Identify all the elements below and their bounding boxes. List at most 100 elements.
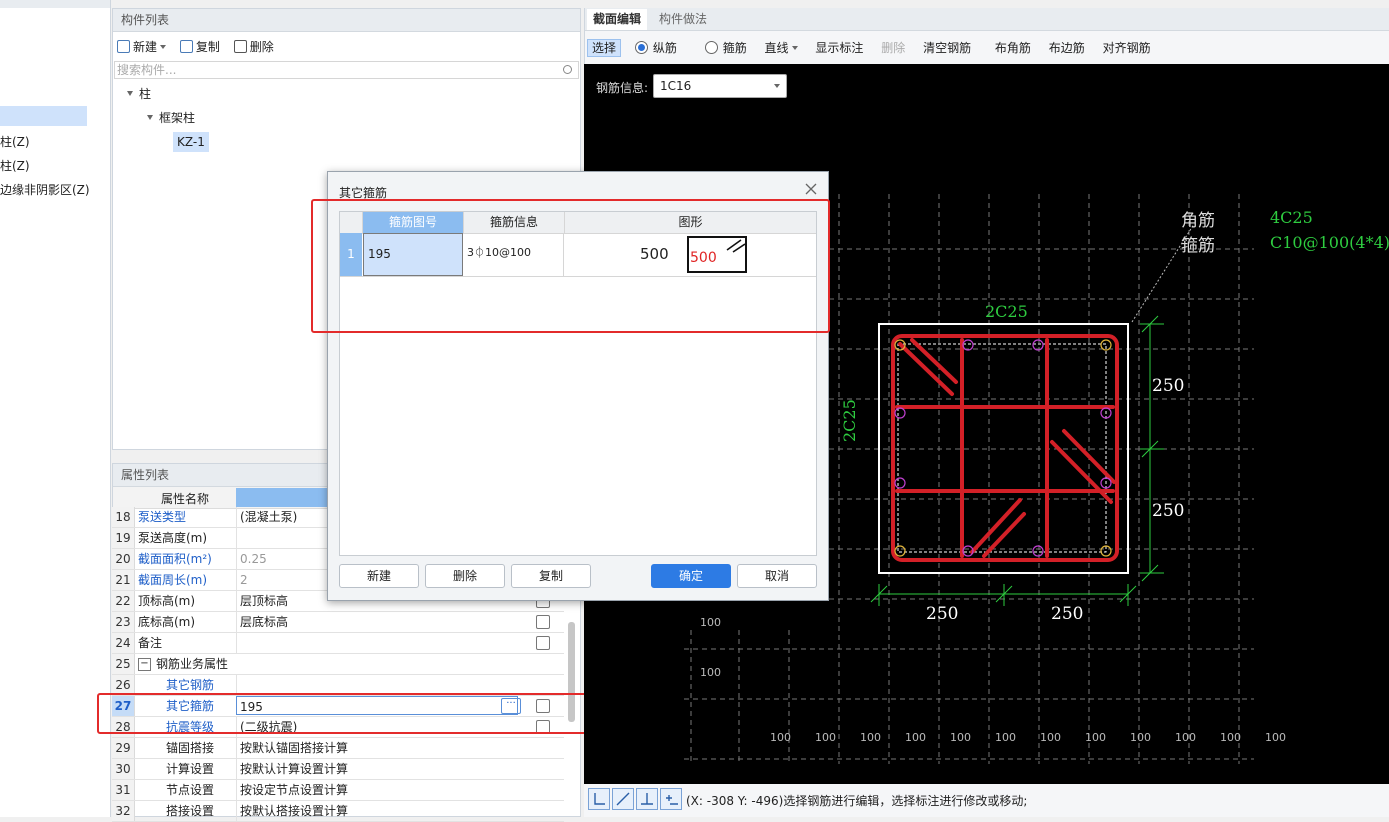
grid-label: 100 [1175, 731, 1196, 744]
component-search-input[interactable]: 搜索构件... [114, 61, 579, 79]
longitudinal-radio[interactable]: 纵筋 [634, 41, 677, 55]
property-row[interactable]: 32 搭接设置 按默认搭接设置计算 [112, 801, 564, 822]
collapse-icon[interactable]: − [138, 658, 151, 671]
search-icon[interactable] [563, 65, 572, 74]
grid-labels-bottom: 100 100 100 100 100 100 100 100 100 100 100 100 [770, 731, 1286, 744]
radio-icon [704, 41, 718, 54]
property-row[interactable]: 26 其它钢筋 [112, 675, 564, 696]
close-icon[interactable] [804, 182, 818, 196]
row-number: 1 [340, 233, 362, 276]
component-list-title: 构件列表 [113, 9, 580, 32]
radio-selected-icon [634, 41, 648, 54]
corner-spec-label: 4C25 [1270, 208, 1313, 227]
snap-plus-icon[interactable] [660, 788, 682, 810]
property-row[interactable]: 28 抗震等级 (二级抗震) [112, 717, 564, 738]
grid-label: 100 [1040, 731, 1061, 744]
clear-rebar-button[interactable]: 清空钢筋 [923, 41, 971, 55]
top-bars-label: 2C25 [985, 302, 1028, 321]
property-checkbox[interactable] [536, 636, 550, 650]
left-nav-selected-item[interactable] [0, 106, 87, 126]
property-row[interactable]: 29 锚固搭接 按默认锚固搭接计算 [112, 738, 564, 759]
property-row[interactable]: 23 底标高(m) 层底标高 [112, 612, 564, 633]
dim-bottom-right[interactable]: 250 [1051, 604, 1083, 624]
property-row-selected[interactable]: 27 其它箍筋 195 ··· [112, 696, 564, 717]
row-code-cell[interactable]: 195 [363, 233, 463, 276]
perpendicular-icon[interactable] [636, 788, 658, 810]
tree-node-child[interactable]: 框架柱 [147, 109, 195, 127]
chevron-down-icon[interactable] [160, 45, 167, 49]
left-nav-header [0, 0, 110, 8]
grid-label: 100 [770, 731, 791, 744]
dim-right-top[interactable]: 250 [1152, 376, 1184, 396]
property-header-name: 属性名称 [161, 492, 210, 506]
new-component-button[interactable]: 新建 [117, 40, 167, 54]
property-scrollbar[interactable] [568, 622, 575, 722]
select-button[interactable]: 选择 [587, 39, 622, 57]
status-text: (X: -308 Y: -496)选择钢筋进行编辑，选择标注进行修改或移动; [686, 794, 1028, 808]
stirrup-shape-label: 500 [690, 250, 717, 266]
delete-rebar-button[interactable]: 删除 [881, 41, 905, 55]
tree-node-leaf-selected[interactable]: KZ-1 [173, 132, 209, 152]
left-nav-item[interactable]: 边缘非阴影区(Z) [0, 181, 90, 198]
property-row[interactable]: 31 节点设置 按设定节点设置计算 [112, 780, 564, 801]
dialog-delete-button[interactable]: 删除 [425, 564, 505, 588]
property-row[interactable]: 24 备注 [112, 633, 564, 654]
row-info-cell[interactable]: 3⏀10@100 [467, 233, 564, 276]
dialog-copy-button[interactable]: 复制 [511, 564, 591, 588]
grid-label: 100 [1220, 731, 1241, 744]
grid-label: 100 [860, 731, 881, 744]
dialog-title: 其它箍筋 [339, 186, 388, 200]
grid-label: 100 [950, 731, 971, 744]
dim-bottom-left[interactable]: 250 [926, 604, 958, 624]
left-nav-item[interactable]: 柱(Z) [0, 133, 30, 150]
property-row[interactable]: 30 计算设置 按默认计算设置计算 [112, 759, 564, 780]
row-shape-value[interactable]: 500 [640, 245, 669, 263]
grid-label: 100 [995, 731, 1016, 744]
stirrup-lines [891, 334, 1119, 562]
dim-right-bottom[interactable]: 250 [1152, 501, 1184, 521]
editor-toolbar: 选择 纵筋 箍筋 直线 显示标注 删除 清空钢筋 布角筋 布边筋 对齐钢筋 [587, 39, 1165, 57]
trash-icon [233, 40, 247, 53]
property-checkbox[interactable] [536, 699, 550, 713]
property-checkbox[interactable] [536, 720, 550, 734]
corner-rebar-button[interactable]: 布角筋 [995, 41, 1031, 55]
stirrup-shape-preview[interactable]: 500 [687, 236, 747, 273]
side-bars-label: 2C25 [840, 399, 859, 442]
grid-label: 100 [700, 666, 721, 679]
property-checkbox[interactable] [536, 615, 550, 629]
other-stirrup-dialog: 其它箍筋 箍筋图号 箍筋信息 图形 1 195 3⏀10@100 500 500… [327, 171, 829, 601]
dialog-new-button[interactable]: 新建 [339, 564, 419, 588]
expand-arrow-icon[interactable] [147, 115, 153, 120]
stirrup-radio[interactable]: 箍筋 [704, 41, 747, 55]
more-button[interactable]: ··· [501, 698, 521, 714]
property-row-group[interactable]: 25− 钢筋业务属性 [112, 654, 564, 675]
delete-component-button[interactable]: 删除 [233, 40, 274, 54]
align-rebar-button[interactable]: 对齐钢筋 [1103, 41, 1151, 55]
legend-corner-label: 角筋 [1181, 211, 1215, 231]
grid-label: 100 [905, 731, 926, 744]
line-dropdown[interactable]: 直线 [765, 41, 798, 55]
show-dims-button[interactable]: 显示标注 [815, 41, 863, 55]
edge-rebar-button[interactable]: 布边筋 [1049, 41, 1085, 55]
other-stirrup-value-input[interactable]: 195 [236, 696, 518, 715]
tree-node-root[interactable]: 柱 [127, 85, 151, 103]
stirrup-spec-label: C10@100(4*4) [1270, 233, 1389, 252]
header-code[interactable]: 箍筋图号 [363, 212, 464, 233]
header-info[interactable]: 箍筋信息 [464, 212, 565, 233]
grid-label: 100 [700, 616, 721, 629]
polar-mode-icon[interactable] [612, 788, 634, 810]
table-header: 箍筋图号 箍筋信息 图形 [340, 212, 816, 234]
expand-arrow-icon[interactable] [127, 91, 133, 96]
copy-component-button[interactable]: 复制 [179, 40, 220, 54]
stirrup-table: 箍筋图号 箍筋信息 图形 1 195 3⏀10@100 500 500 [339, 211, 817, 556]
ortho-mode-icon[interactable] [588, 788, 610, 810]
legend-stirrup-label: 箍筋 [1181, 236, 1215, 256]
tab-component-method[interactable]: 构件做法 [653, 9, 713, 30]
dialog-ok-button[interactable]: 确定 [651, 564, 731, 588]
header-shape[interactable]: 图形 [565, 212, 816, 233]
tab-section-edit[interactable]: 截面编辑 [587, 9, 648, 30]
table-row[interactable]: 1 195 3⏀10@100 500 500 [340, 233, 816, 277]
grid-label: 100 [1265, 731, 1286, 744]
dialog-cancel-button[interactable]: 取消 [737, 564, 817, 588]
left-nav-item[interactable]: 柱(Z) [0, 157, 30, 174]
